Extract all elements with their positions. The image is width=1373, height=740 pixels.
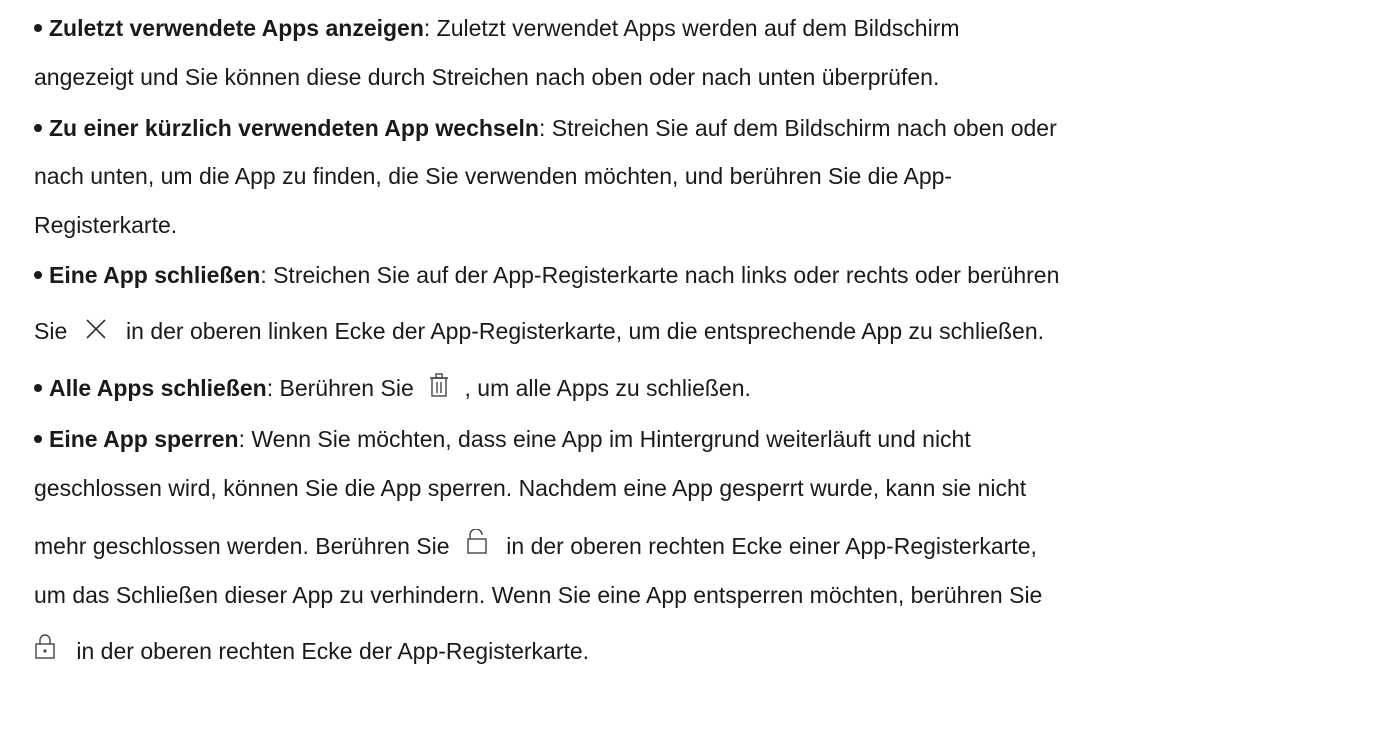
item-text: um das Schließen dieser App zu verhinder… <box>34 582 1043 608</box>
list-item-continuation: angezeigt und Sie können diese durch Str… <box>34 62 939 92</box>
bullet <box>34 270 42 279</box>
list-item-lock-app: Eine App sperren: Wenn Sie möchten, dass… <box>34 424 971 454</box>
item-title: Eine App sperren <box>49 426 239 452</box>
item-text: : Zuletzt verwendet Apps werden auf dem … <box>423 15 960 41</box>
item-text: nach unten, um die App zu finden, die Si… <box>34 163 953 189</box>
list-item-continuation: geschlossen wird, können Sie die App spe… <box>34 473 1026 503</box>
item-title: Eine App schließen <box>49 262 261 288</box>
bullet <box>34 23 42 32</box>
list-item-show-recent-apps: Zuletzt verwendete Apps anzeigen: Zuletz… <box>34 13 960 43</box>
list-item-continuation: um das Schließen dieser App zu verhinder… <box>34 580 1042 610</box>
unlock-icon <box>466 528 488 555</box>
item-text: mehr geschlossen werden. Berühren Sie <box>34 533 450 559</box>
trash-icon <box>428 372 450 398</box>
item-text: : Streichen Sie auf der App-Registerkart… <box>260 262 1060 288</box>
list-item-continuation: in der oberen rechten Ecke der App-Regis… <box>34 634 590 666</box>
item-title: Zu einer kürzlich verwendeten App wechse… <box>49 115 539 141</box>
bullet <box>34 383 42 392</box>
item-text: : Streichen Sie auf dem Bildschirm nach … <box>538 115 1057 141</box>
close-icon <box>84 317 108 341</box>
list-item-close-app: Eine App schließen: Streichen Sie auf de… <box>34 260 1059 290</box>
lock-icon <box>34 634 56 660</box>
item-text: : Wenn Sie möchten, dass eine App im Hin… <box>238 426 971 452</box>
item-text: in der oberen linken Ecke der App-Regist… <box>126 318 1045 344</box>
item-text: in der oberen rechten Ecke einer App-Reg… <box>506 533 1037 559</box>
bullet <box>34 123 42 132</box>
list-item-continuation: mehr geschlossen werden. Berühren Sie in… <box>34 528 1037 561</box>
item-title: Zuletzt verwendete Apps anzeigen <box>49 15 424 41</box>
list-item-continuation: Sie in der oberen linken Ecke der App-Re… <box>34 316 1044 346</box>
list-item-close-all-apps: Alle Apps schließen: Berühren Sie , um a… <box>34 373 751 403</box>
item-text: Sie <box>34 318 68 344</box>
item-title: Alle Apps schließen <box>49 375 267 401</box>
bullet <box>34 434 42 443</box>
list-item-switch-app: Zu einer kürzlich verwendeten App wechse… <box>34 113 1057 143</box>
item-text: Registerkarte. <box>34 212 178 238</box>
document-page: Zuletzt verwendete Apps anzeigen: Zuletz… <box>0 0 1373 740</box>
item-text: in der oberen rechten Ecke der App-Regis… <box>76 638 590 664</box>
list-item-continuation: nach unten, um die App zu finden, die Si… <box>34 161 952 191</box>
item-text: , um alle Apps zu schließen. <box>464 375 751 401</box>
item-text: : Berühren Sie <box>266 375 414 401</box>
item-text: geschlossen wird, können Sie die App spe… <box>34 475 1027 501</box>
item-text: angezeigt und Sie können diese durch Str… <box>34 64 940 90</box>
list-item-continuation: Registerkarte. <box>34 210 177 240</box>
